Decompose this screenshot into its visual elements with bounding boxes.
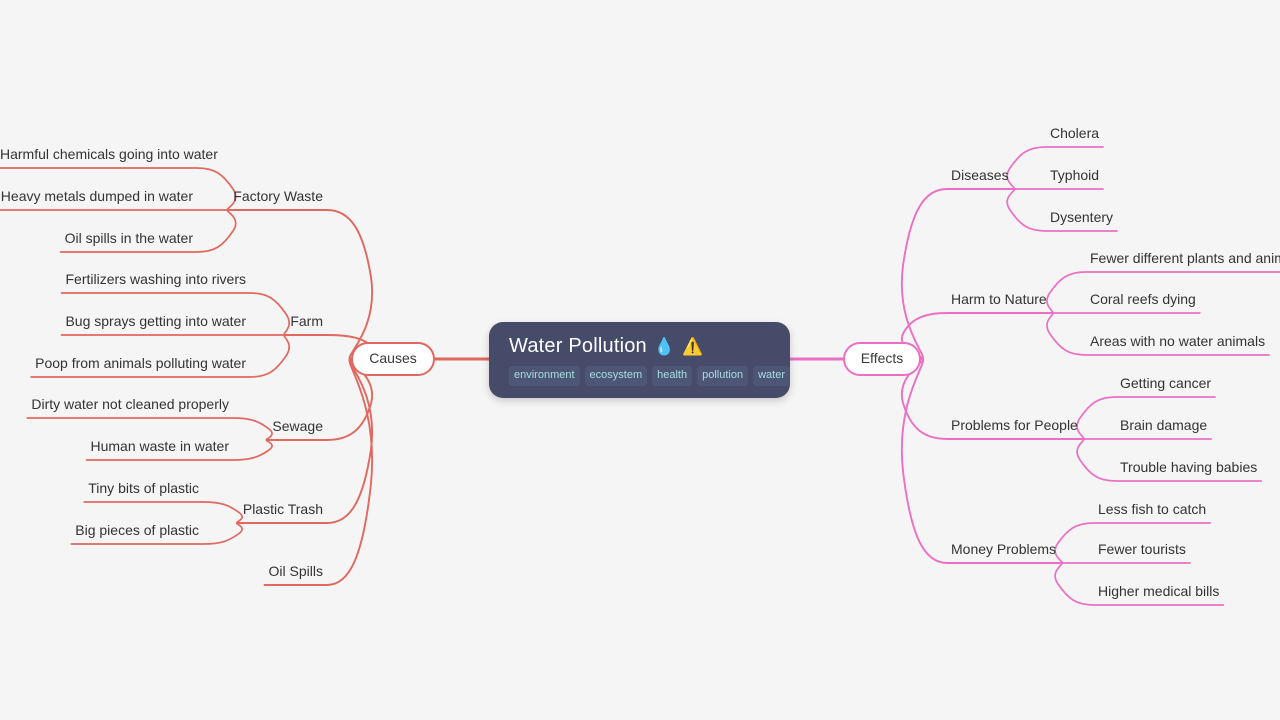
warning-triangle-icon: ⚠️ (682, 336, 704, 356)
leaf-label[interactable]: Big pieces of plastic (0, 522, 199, 538)
root-tag[interactable]: water (753, 366, 790, 386)
mindmap-connector (900, 358, 1061, 564)
mindmap-connector (237, 358, 374, 524)
mindmap-canvas: Water Pollution 💧 ⚠️ environment ecosyste… (0, 0, 1280, 720)
mindmap-connector (228, 209, 374, 360)
leaf-label[interactable]: Dirty water not cleaned properly (0, 396, 229, 412)
leaf-label[interactable]: Tiny bits of plastic (0, 480, 199, 496)
leaf-label[interactable]: Heavy metals dumped in water (0, 188, 193, 204)
leaf-label[interactable]: Fertilizers washing into rivers (0, 271, 247, 287)
leaf-label[interactable]: Higher medical bills (1098, 583, 1219, 599)
leaf-label[interactable]: Fewer different plants and animals (1090, 250, 1280, 266)
branch-label-sewage[interactable]: Sewage (0, 418, 323, 434)
central-root-node[interactable]: Water Pollution 💧 ⚠️ environment ecosyste… (489, 322, 790, 398)
mindmap-connector (900, 312, 1052, 360)
leaf-label[interactable]: Trouble having babies (1120, 459, 1257, 475)
branch-node-effects[interactable]: Effects (842, 341, 922, 377)
leaf-label[interactable]: Human waste in water (0, 438, 229, 454)
leaf-label[interactable]: Areas with no water animals (1090, 333, 1265, 349)
branch-label-harm-to-nature[interactable]: Harm to Nature (951, 291, 1047, 307)
branch-label-oil-spills[interactable]: Oil Spills (0, 563, 323, 579)
leaf-label[interactable]: Bug sprays getting into water (0, 313, 246, 329)
leaf-label[interactable]: Fewer tourists (1098, 541, 1186, 557)
leaf-label[interactable]: Cholera (1050, 125, 1099, 141)
leaf-label[interactable]: Brain damage (1120, 417, 1207, 433)
leaf-label[interactable]: Oil spills in the water (0, 230, 193, 246)
root-title: Water Pollution 💧 ⚠️ (509, 335, 770, 357)
branch-label-plastic-trash[interactable]: Plastic Trash (0, 501, 323, 517)
branch-node-causes[interactable]: Causes (351, 341, 435, 377)
mindmap-connector (900, 188, 1014, 360)
branch-label-problems-for-people[interactable]: Problems for People (951, 417, 1078, 433)
leaf-label[interactable]: Coral reefs dying (1090, 291, 1196, 307)
leaf-label[interactable]: Getting cancer (1120, 375, 1211, 391)
root-tag[interactable]: environment (509, 366, 580, 386)
root-title-text: Water Pollution (509, 335, 647, 357)
leaf-label[interactable]: Dysentery (1050, 209, 1113, 225)
leaf-label[interactable]: Poop from animals polluting water (0, 355, 246, 371)
leaf-label[interactable]: Typhoid (1050, 167, 1099, 183)
root-tag[interactable]: ecosystem (584, 366, 648, 386)
root-tag[interactable]: pollution (697, 366, 749, 386)
root-tag[interactable]: health (652, 366, 693, 386)
mindmap-connector (263, 358, 374, 586)
root-tag-list: environment ecosystem health pollution water (509, 366, 790, 386)
water-droplet-icon: 💧 (653, 336, 676, 356)
branch-label-diseases[interactable]: Diseases (951, 167, 1009, 183)
leaf-label[interactable]: Less fish to catch (1098, 501, 1206, 517)
leaf-label[interactable]: Harmful chemicals going into water (0, 146, 218, 162)
branch-label-money-problems[interactable]: Money Problems (951, 541, 1056, 557)
